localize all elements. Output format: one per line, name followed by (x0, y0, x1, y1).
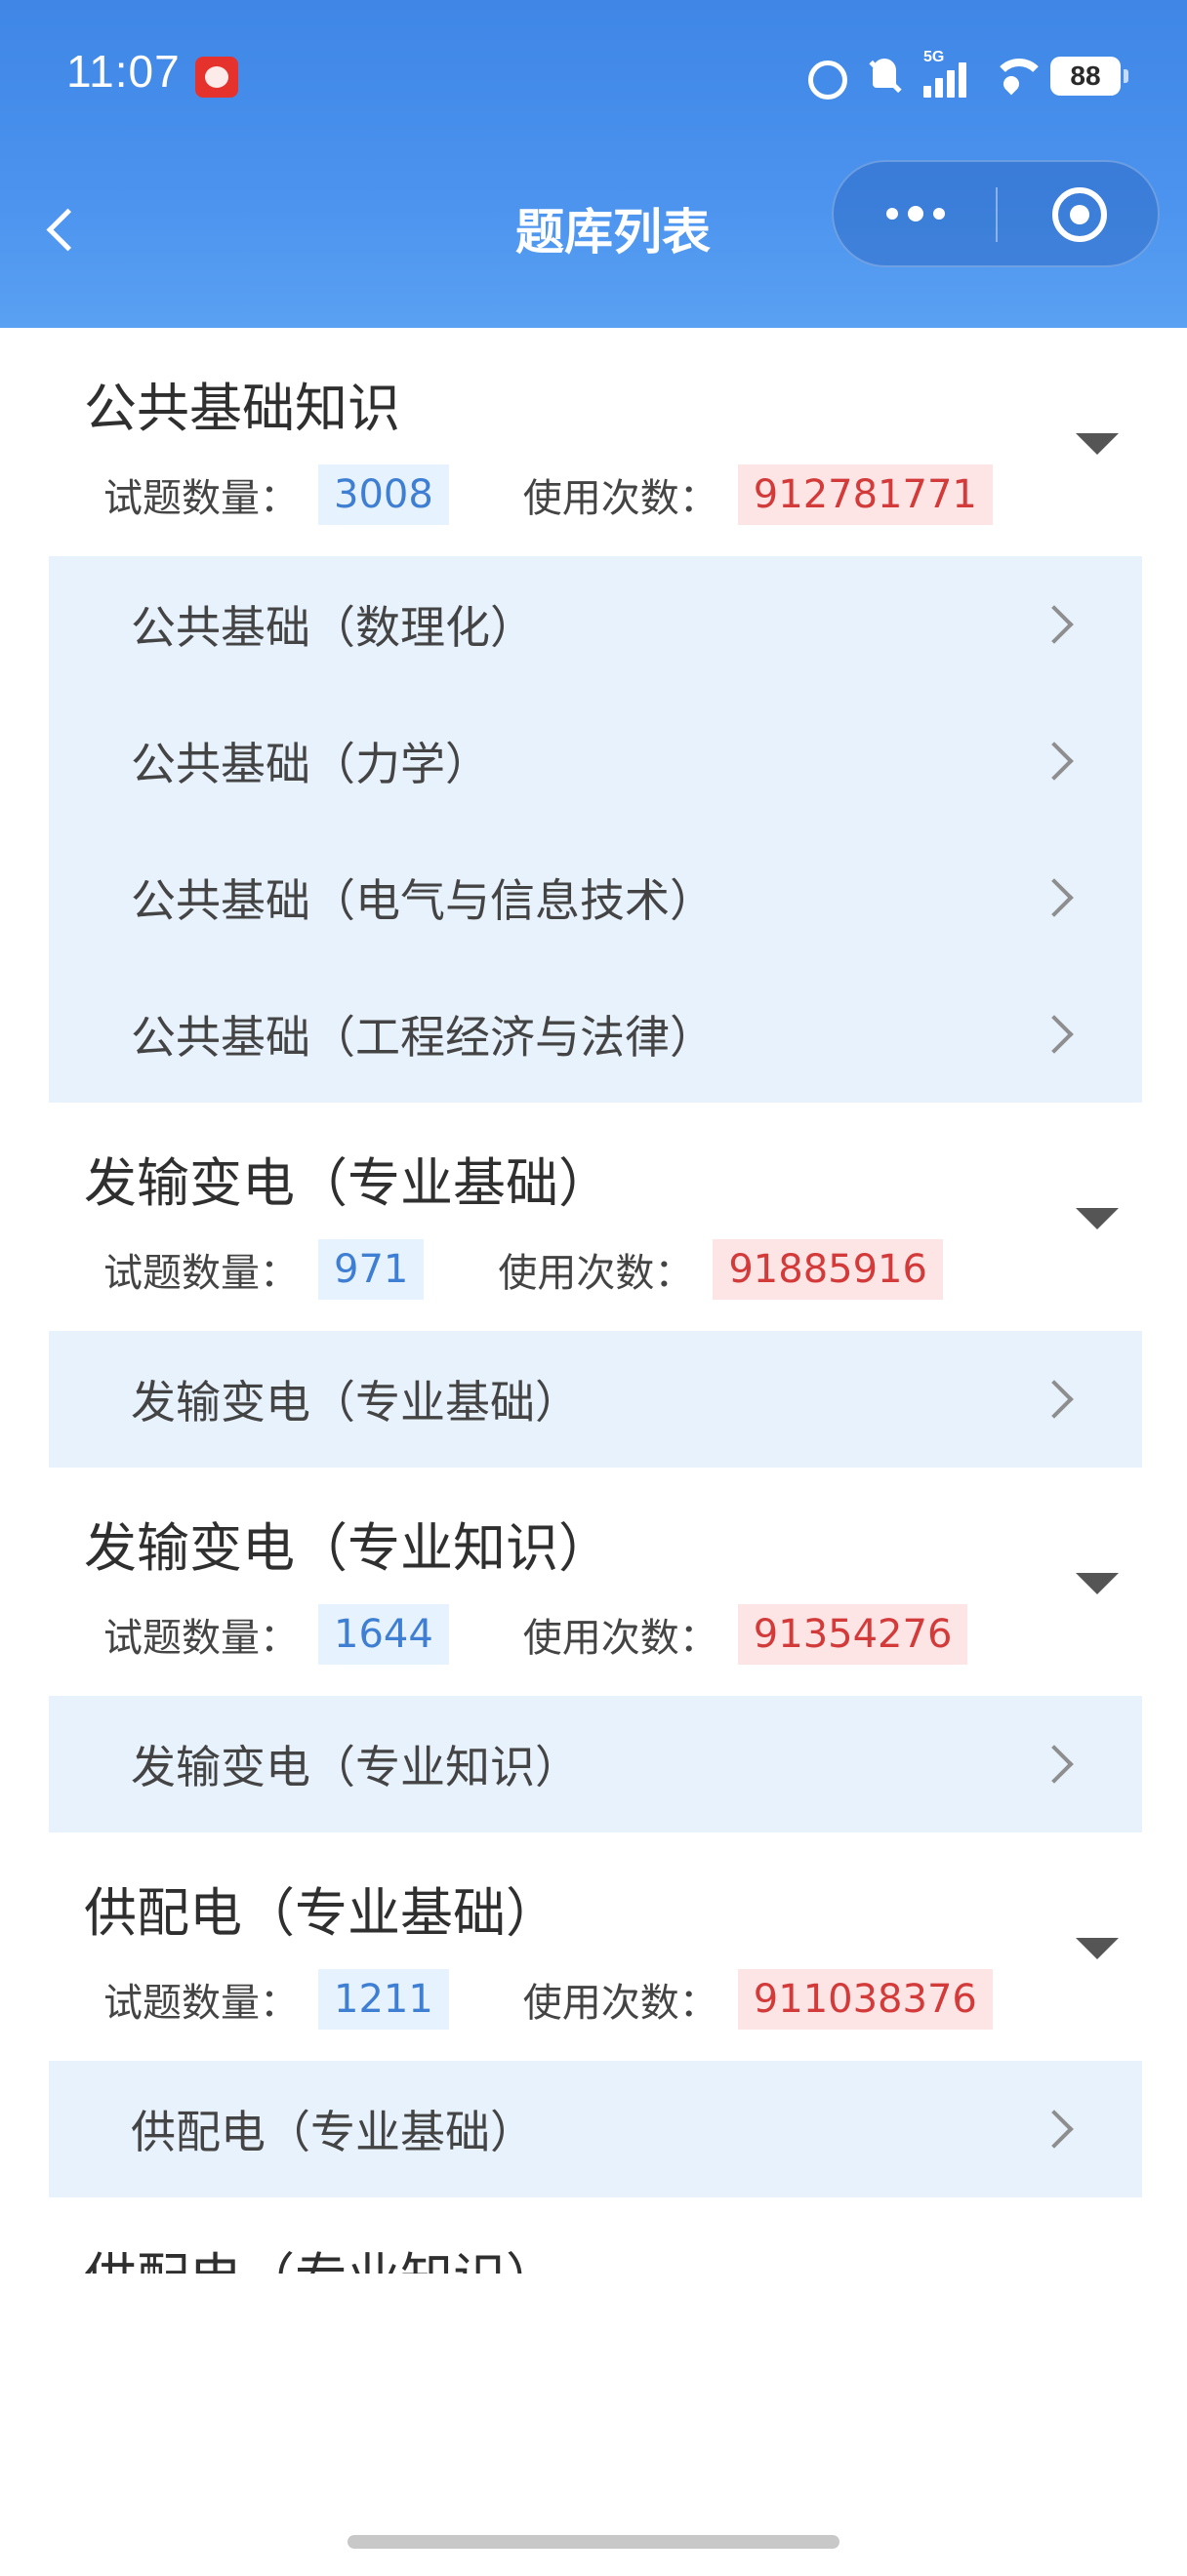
usage-count: 911038376 (737, 1969, 993, 2030)
bell-muted-icon (863, 55, 906, 98)
sub-item[interactable]: 公共基础（工程经济与法律） (49, 966, 1142, 1103)
sub-item[interactable]: 发输变电（专业知识） (49, 1696, 1142, 1832)
question-bank-list: 公共基础知识 试题数量： 3008 使用次数： 912781771 公共基础（数… (49, 328, 1142, 2274)
usage-label: 使用次数： (522, 1981, 718, 2026)
usage-label: 使用次数： (498, 1251, 694, 1296)
sub-item-label: 公共基础（电气与信息技术） (131, 874, 715, 927)
sub-list: 供配电（专业基础） (49, 2061, 1142, 2197)
chevron-right-icon (1035, 1745, 1074, 1784)
caret-down-icon[interactable] (1076, 1938, 1119, 1959)
usage-count: 91354276 (737, 1604, 968, 1665)
sub-list: 发输变电（专业知识） (49, 1696, 1142, 1832)
group-title: 公共基础知识 (84, 378, 400, 439)
group-title: 发输变电（专业基础） (84, 1152, 611, 1214)
usage-label: 使用次数： (522, 1616, 718, 1661)
sub-item[interactable]: 公共基础（数理化） (49, 556, 1142, 693)
caret-down-icon[interactable] (1076, 1208, 1119, 1229)
group-title: 供配电（专业基础） (84, 1882, 558, 1944)
group-header[interactable]: 发输变电（专业知识） 试题数量： 1644 使用次数： 91354276 (49, 1468, 1142, 1696)
count-label: 试题数量： (103, 476, 299, 521)
group-header[interactable]: 供配电（专业基础） 试题数量： 1211 使用次数： 911038376 (49, 1832, 1142, 2061)
chevron-right-icon (1035, 1015, 1074, 1054)
group-stats: 试题数量： 1644 使用次数： 91354276 (103, 1604, 968, 1665)
usage-count: 91885916 (713, 1239, 943, 1300)
group-header[interactable]: 发输变电（专业基础） 试题数量： 971 使用次数： 91885916 (49, 1103, 1142, 1331)
signal-icon: 5G (923, 49, 972, 98)
status-bar: 11:07 5G 88 (0, 0, 1187, 146)
group-title: 供配电（专业知识） (84, 2234, 558, 2274)
sub-item[interactable]: 公共基础（电气与信息技术） (49, 829, 1142, 966)
sub-item-label: 供配电（专业基础） (131, 2106, 535, 2158)
sub-list: 公共基础（数理化） 公共基础（力学） 公共基础（电气与信息技术） 公共基础（工程… (49, 556, 1142, 1103)
wifi-icon (990, 55, 1046, 98)
status-icons: 5G 88 (802, 49, 1128, 101)
question-count: 1644 (318, 1604, 449, 1665)
group-stats: 试题数量： 3008 使用次数： 912781771 (103, 464, 993, 525)
usage-label: 使用次数： (522, 476, 718, 521)
chevron-right-icon (1035, 605, 1074, 644)
group-stats: 试题数量： 971 使用次数： 91885916 (103, 1239, 943, 1300)
question-count: 1211 (318, 1969, 449, 2030)
group-header[interactable]: 公共基础知识 试题数量： 3008 使用次数： 912781771 (49, 328, 1142, 556)
bank-group: 发输变电（专业基础） 试题数量： 971 使用次数： 91885916 发输变电… (49, 1103, 1142, 1468)
chevron-right-icon (1035, 742, 1074, 781)
alarm-icon (802, 55, 847, 100)
nav-bar: 题库列表 (0, 146, 1187, 328)
sub-item-label: 公共基础（力学） (131, 738, 490, 790)
group-stats: 试题数量： 1211 使用次数： 911038376 (103, 1969, 993, 2030)
usage-count: 912781771 (737, 464, 993, 525)
group-title: 发输变电（专业知识） (84, 1517, 611, 1579)
status-time: 11:07 (66, 46, 181, 97)
sub-item-label: 公共基础（工程经济与法律） (131, 1011, 715, 1064)
caret-down-icon[interactable] (1076, 1573, 1119, 1594)
sub-item[interactable]: 供配电（专业基础） (49, 2061, 1142, 2197)
sub-list: 发输变电（专业基础） (49, 1331, 1142, 1468)
network-type: 5G (923, 49, 945, 65)
sub-item[interactable]: 发输变电（专业基础） (49, 1331, 1142, 1468)
count-label: 试题数量： (103, 1616, 299, 1661)
sub-item-label: 公共基础（数理化） (131, 601, 535, 654)
bank-group: 供配电（专业知识） (49, 2197, 1142, 2274)
question-count: 3008 (318, 464, 449, 525)
caret-down-icon[interactable] (1076, 433, 1119, 455)
count-label: 试题数量： (103, 1251, 299, 1296)
group-header[interactable]: 供配电（专业知识） (49, 2197, 1142, 2274)
more-icon[interactable] (834, 162, 998, 265)
sub-item-label: 发输变电（专业知识） (131, 1741, 580, 1793)
bank-group: 发输变电（专业知识） 试题数量： 1644 使用次数： 91354276 发输变… (49, 1468, 1142, 1832)
bank-group: 供配电（专业基础） 试题数量： 1211 使用次数： 911038376 供配电… (49, 1832, 1142, 2197)
home-indicator[interactable] (348, 2535, 839, 2549)
bank-group: 公共基础知识 试题数量： 3008 使用次数： 912781771 公共基础（数… (49, 328, 1142, 1103)
chevron-right-icon (1035, 1380, 1074, 1419)
chevron-right-icon (1035, 2110, 1074, 2149)
chevron-right-icon (1035, 878, 1074, 917)
sub-item-label: 发输变电（专业基础） (131, 1376, 580, 1429)
battery-icon: 88 (1050, 57, 1128, 96)
question-count: 971 (318, 1239, 425, 1300)
target-icon[interactable] (1052, 187, 1107, 242)
header: 11:07 5G 88 题库列表 (0, 0, 1187, 328)
sub-item[interactable]: 公共基础（力学） (49, 693, 1142, 829)
count-label: 试题数量： (103, 1981, 299, 2026)
capsule-divider (996, 187, 998, 242)
app-notification-icon (195, 57, 238, 98)
mini-program-capsule (832, 160, 1160, 267)
